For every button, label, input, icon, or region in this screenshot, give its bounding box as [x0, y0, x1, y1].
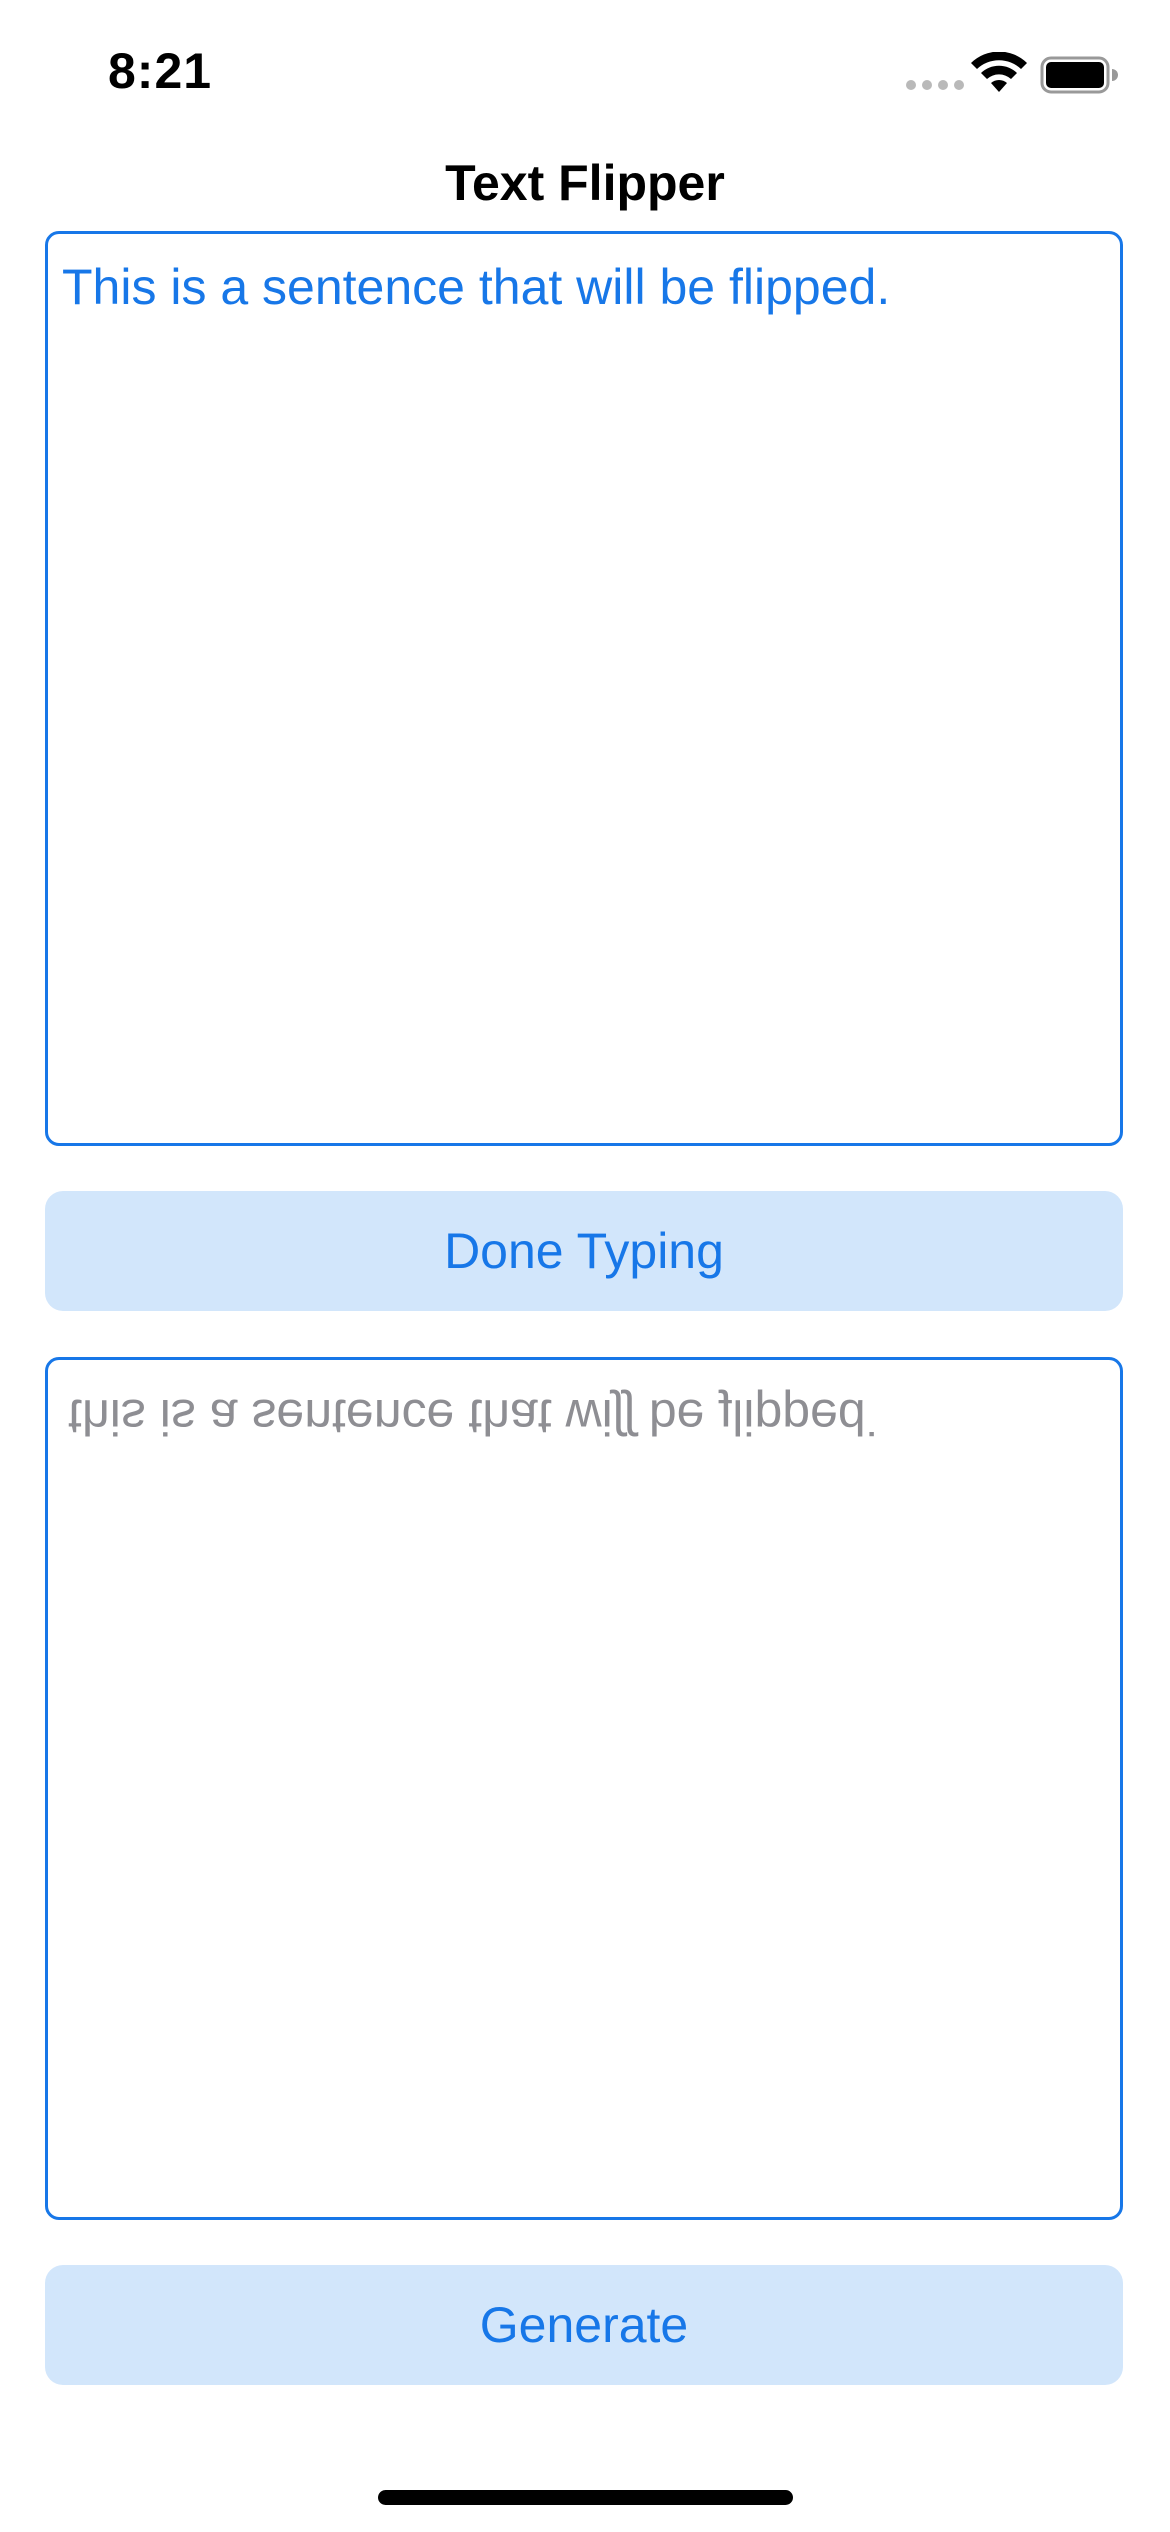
output-text-area[interactable]: this is a sentence that wiʃʃ be ɟlipped˙	[45, 1357, 1123, 2220]
cellular-signal-icon	[906, 80, 964, 90]
status-bar: 8:21	[0, 0, 1170, 140]
done-typing-button[interactable]: Done Typing	[45, 1191, 1123, 1311]
generate-button[interactable]: Generate	[45, 2265, 1123, 2385]
status-time: 8:21	[108, 43, 213, 99]
wifi-icon	[971, 52, 1027, 92]
output-text-value: this is a sentence that wiʃʃ be ɟlipped˙	[68, 1389, 883, 1445]
input-text-value: This is a sentence that will be flipped.	[62, 259, 891, 315]
battery-icon	[1040, 56, 1118, 94]
page-title: Text Flipper	[445, 155, 725, 211]
input-text-area[interactable]: This is a sentence that will be flipped.	[45, 231, 1123, 1146]
home-indicator[interactable]	[378, 2490, 793, 2505]
